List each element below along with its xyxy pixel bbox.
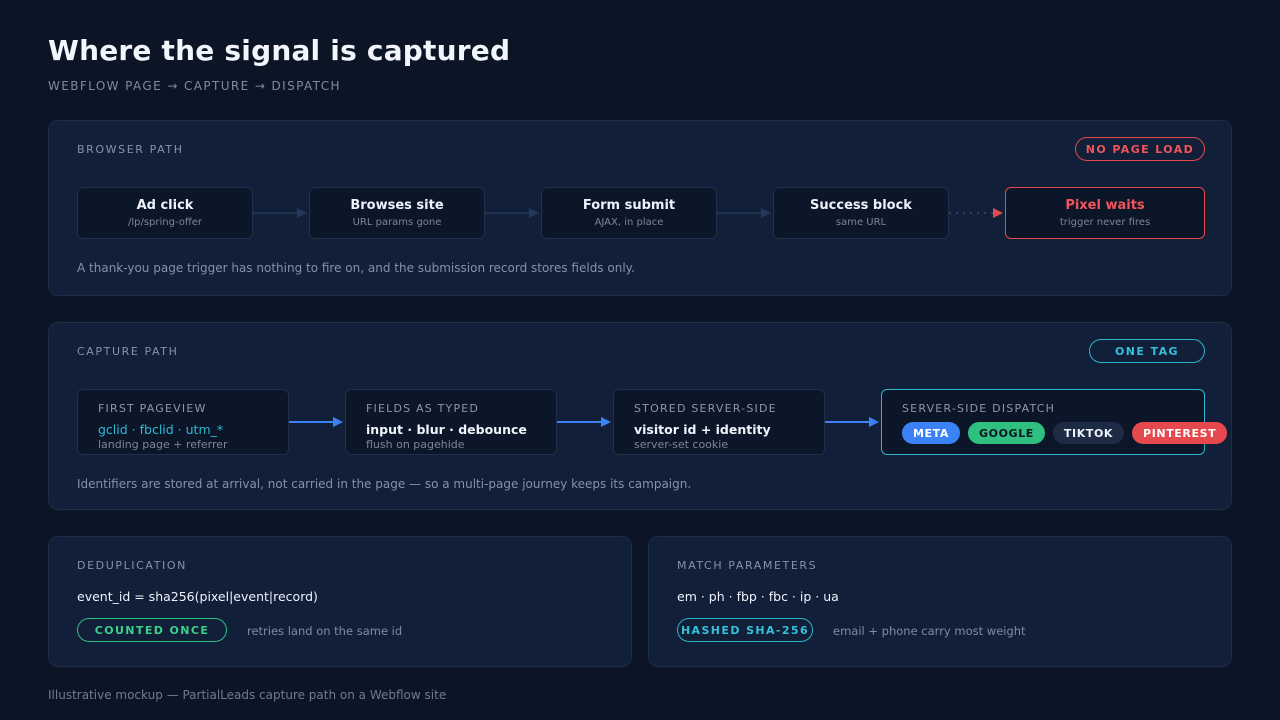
arrow-icon	[717, 208, 771, 218]
flow-step-browses-site: Browses site URL params gone	[309, 187, 485, 239]
capture-step-first-pageview: FIRST PAGEVIEW gclid · fbclid · utm_* la…	[77, 389, 289, 455]
step-subtitle: AJAX, in place	[594, 217, 664, 228]
step-subtitle: landing page + referrer	[98, 438, 228, 451]
step-title: Success block	[810, 198, 912, 213]
page-title: Where the signal is captured	[48, 34, 511, 67]
deduplication-panel: DEDUPLICATION event_id = sha256(pixel|ev…	[48, 536, 632, 667]
one-tag-badge: ONE TAG	[1089, 339, 1205, 363]
step-value: gclid · fbclid · utm_*	[98, 422, 224, 437]
match-parameters-panel: MATCH PARAMETERS em · ph · fbp · fbc · i…	[648, 536, 1232, 667]
step-label: FIELDS AS TYPED	[366, 402, 480, 415]
capture-path-note: Identifiers are stored at arrival, not c…	[77, 477, 692, 491]
step-subtitle: flush on pagehide	[366, 438, 465, 451]
match-parameters-note: email + phone carry most weight	[833, 624, 1026, 638]
dashed-arrow-icon	[949, 208, 1003, 218]
step-value: visitor id + identity	[634, 422, 771, 437]
step-title: Ad click	[136, 198, 194, 213]
counted-once-badge: COUNTED ONCE	[77, 618, 227, 642]
capture-step-fields-as-typed: FIELDS AS TYPED input · blur · debounce …	[345, 389, 557, 455]
deduplication-note: retries land on the same id	[247, 624, 403, 638]
step-subtitle: trigger never fires	[1059, 217, 1151, 228]
step-title: Pixel waits	[1065, 198, 1145, 213]
arrow-icon	[825, 417, 879, 427]
arrow-icon	[289, 417, 343, 427]
step-label: STORED SERVER-SIDE	[634, 402, 777, 415]
capture-path-panel: CAPTURE PATH ONE TAG FIRST PAGEVIEW gcli…	[48, 322, 1232, 510]
flow-step-success-block: Success block same URL	[773, 187, 949, 239]
step-subtitle: /lp/spring-offer	[127, 217, 203, 228]
step-title: Browses site	[350, 198, 444, 213]
hashed-sha256-badge: HASHED SHA-256	[677, 618, 813, 642]
capture-step-stored-server-side: STORED SERVER-SIDE visitor id + identity…	[613, 389, 825, 455]
flow-step-ad-click: Ad click /lp/spring-offer	[77, 187, 253, 239]
step-label: SERVER-SIDE DISPATCH	[902, 402, 1056, 415]
flow-step-pixel-waits: Pixel waits trigger never fires	[1005, 187, 1205, 239]
step-subtitle: URL params gone	[352, 217, 442, 228]
step-subtitle: server-set cookie	[634, 438, 729, 451]
capture-path-label: CAPTURE PATH	[77, 345, 179, 358]
footer-caption: Illustrative mockup — PartialLeads captu…	[48, 688, 447, 702]
step-subtitle: same URL	[835, 217, 887, 228]
browser-path-note: A thank-you page trigger has nothing to …	[77, 261, 635, 275]
destination-chip-tiktok: TIKTOK	[1052, 422, 1125, 444]
match-parameters-label: MATCH PARAMETERS	[677, 559, 818, 572]
capture-step-server-side-dispatch: SERVER-SIDE DISPATCH META GOOGLE TIKTOK …	[881, 389, 1228, 455]
arrow-icon	[557, 417, 611, 427]
step-title: Form submit	[582, 198, 676, 213]
destination-chip-pinterest: PINTEREST	[1132, 422, 1228, 444]
no-page-load-badge: NO PAGE LOAD	[1075, 137, 1205, 161]
event-id-formula: event_id = sha256(pixel|event|record)	[77, 589, 318, 604]
arrow-icon	[253, 208, 307, 218]
destination-chip-google: GOOGLE	[968, 422, 1045, 444]
browser-path-label: BROWSER PATH	[77, 143, 184, 156]
browser-path-panel: BROWSER PATH NO PAGE LOAD Ad click /lp/s…	[48, 120, 1232, 296]
step-value: input · blur · debounce	[366, 422, 527, 437]
destination-chips: META GOOGLE TIKTOK PINTEREST	[902, 422, 1228, 444]
page-subtitle: WEBFLOW PAGE → CAPTURE → DISPATCH	[48, 79, 341, 93]
arrow-icon	[485, 208, 539, 218]
step-label: FIRST PAGEVIEW	[98, 402, 207, 415]
match-parameter-list: em · ph · fbp · fbc · ip · ua	[677, 589, 839, 604]
destination-chip-meta: META	[902, 422, 961, 444]
flow-step-form-submit: Form submit AJAX, in place	[541, 187, 717, 239]
deduplication-label: DEDUPLICATION	[77, 559, 187, 572]
